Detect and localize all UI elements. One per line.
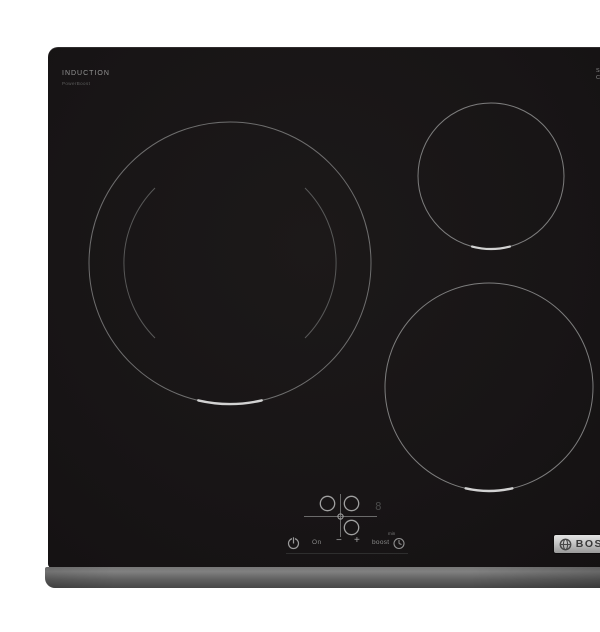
surface-print-induction-sub: PowerBoost [62, 81, 91, 86]
surface-print-induction: INDUCTION [62, 70, 110, 77]
minus-touch-key: − [336, 535, 342, 546]
control-strip-underline [286, 553, 408, 554]
front-edge-trim [45, 567, 600, 588]
schott-line1: SCHOTT [596, 68, 600, 74]
product-photo-induction-hob: INDUCTION PowerBoost SCHOTT CERAN® 8 On … [40, 16, 600, 616]
schott-line2: CERAN® [596, 74, 600, 81]
surface-print-schott-ceran: SCHOTT CERAN® [596, 68, 600, 81]
timer-min-label: min [388, 531, 396, 536]
plus-touch-key: + [354, 535, 360, 546]
boost-touch-key: boost [372, 539, 390, 546]
zone-on-label: On [312, 539, 322, 546]
bosch-anchor-icon [559, 538, 572, 550]
ceramic-glass-surface [48, 47, 600, 568]
brand-plate: BOSCH [554, 535, 600, 553]
brand-wordmark: BOSCH [575, 538, 600, 550]
power-level-display: 8 [375, 500, 382, 513]
